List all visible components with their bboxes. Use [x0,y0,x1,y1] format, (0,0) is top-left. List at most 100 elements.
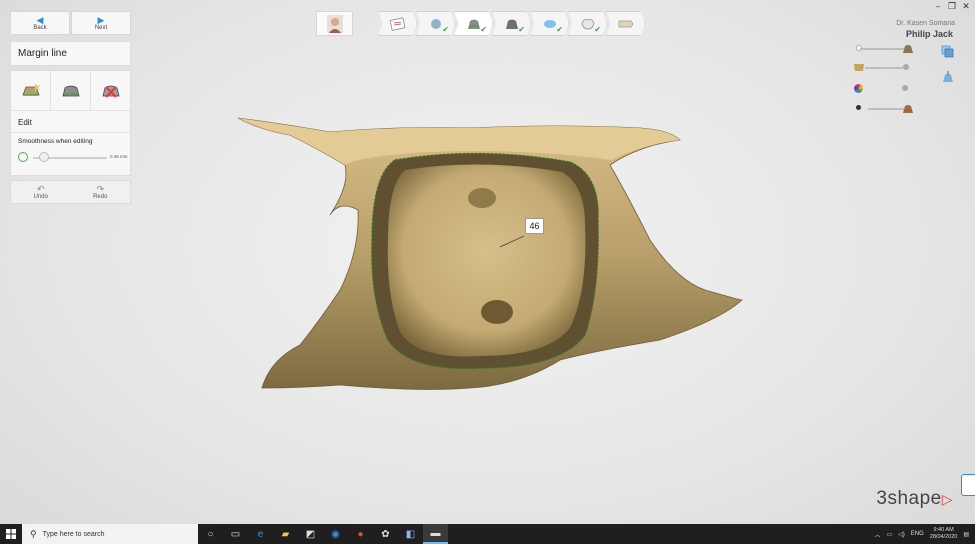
system-tray: ︿ ▭ ◁) ENG 9:40 AM 28/04/2020 ▤ [874,524,975,544]
app-icon-3[interactable]: ✿ [373,524,398,544]
taskbar: ⚲ Type here to search ○ ▭ e ▰ ◩ ◉ ● ✿ ◧ … [0,524,975,544]
step-scan[interactable]: ✔ [416,11,455,36]
step-title-box: Margin line [10,41,131,66]
margin-transparency-slider[interactable] [856,103,916,115]
app-icon-2[interactable]: ◉ [323,524,348,544]
label-leader-line [499,235,525,248]
view-direction-button[interactable] [941,70,955,84]
undo-redo-bar: ↶ Undo ↷ Redo [10,180,131,204]
patient-avatar-button[interactable] [316,11,353,36]
antagonist-icon [854,64,864,71]
step-cement-gap[interactable]: ✔ [530,11,569,36]
layers-icon [941,45,954,58]
undo-icon: ↶ [36,183,45,194]
file-explorer-icon[interactable]: ▰ [273,524,298,544]
side-panel-tab[interactable] [961,474,975,496]
back-button[interactable]: ◀ Back [10,11,70,35]
clock-date: 28/04/2020 [929,534,958,540]
check-icon: ✔ [518,25,525,34]
close-icon[interactable]: ✕ [961,2,971,12]
logo-text: 3shape [876,488,942,509]
language-indicator[interactable]: ENG [911,531,924,537]
window-controls: – ❐ ✕ [933,2,971,12]
check-icon: ✔ [594,25,601,34]
doctor-name: Dr. Kasen Somana [896,20,955,27]
model-pit [481,300,513,324]
restore-icon[interactable]: ❐ [947,2,957,12]
edit-label: Edit [11,111,130,133]
slider-track[interactable] [865,67,903,69]
chevron-up-icon[interactable]: ︿ [874,530,880,539]
tools-panel: Edit Smoothness when editing 0.46 mm [10,70,131,176]
step-margin-line[interactable]: ✔ [454,11,493,36]
clock[interactable]: 9:40 AM 28/04/2020 [930,527,958,541]
step-order-form[interactable] [378,11,417,36]
step-crown-design[interactable]: ✔ [568,11,607,36]
cortana-icon[interactable]: ○ [198,524,223,544]
step-title: Margin line [18,48,67,59]
minimize-icon[interactable]: – [933,2,943,12]
margin-line-icon [467,19,480,29]
next-button[interactable]: ▶ Next [71,11,131,35]
step-insertion[interactable]: ✔ [492,11,531,36]
smoothness-slider[interactable]: 0.46 mm [11,150,130,168]
tooth-number-label: 46 [525,218,544,234]
margin-view-tool-button[interactable] [51,71,91,110]
network-icon[interactable]: ▭ [886,531,892,538]
preparation-transparency-slider[interactable] [856,43,916,55]
notifications-icon[interactable]: ▤ [963,531,969,538]
crown-design-icon [581,18,594,29]
antagonist-transparency-slider[interactable] [853,62,913,74]
chrome-icon[interactable]: ● [348,524,373,544]
auto-margin-tool-icon [21,82,40,96]
3shape-app-icon[interactable]: ▬ [423,524,448,544]
app-icon-4[interactable]: ◧ [398,524,423,544]
dental-model-viewport[interactable] [0,0,975,524]
task-view-icon[interactable]: ▭ [223,524,248,544]
windows-logo-icon [6,529,16,539]
app-icon[interactable]: ◩ [298,524,323,544]
redo-button[interactable]: ↷ Redo [71,181,131,203]
slider-knob[interactable] [39,152,50,162]
delete-margin-tool-button[interactable] [91,71,130,110]
search-icon: ⚲ [30,528,37,539]
logo-triangle-icon: ▷ [941,491,953,507]
color-toggle[interactable] [854,83,914,95]
check-icon: ✔ [442,25,449,34]
model-base [237,117,744,390]
arrow-right-icon: ▶ [97,14,105,25]
step-export[interactable] [606,11,645,36]
check-icon: ✔ [556,25,563,34]
undo-button[interactable]: ↶ Undo [11,181,71,203]
slider-knob[interactable] [903,64,909,70]
smoothness-value: 0.46 mm [110,154,128,159]
preparation-surface [387,164,586,357]
smoothness-label: Smoothness when editing [18,138,93,145]
toggle-knob[interactable] [902,85,908,91]
edge-icon[interactable]: e [248,524,273,544]
redo-label: Redo [93,193,108,200]
tool-row [11,71,130,111]
taskbar-search[interactable]: ⚲ Type here to search [22,524,198,544]
auto-margin-tool-button[interactable] [11,71,51,110]
dental-model [237,117,744,390]
copy-view-button[interactable] [941,45,955,59]
model-groove [468,188,496,208]
search-placeholder: Type here to search [42,530,105,538]
volume-icon[interactable]: ◁) [898,531,905,538]
slider-track[interactable] [868,108,904,110]
margin-line-view-icon [903,105,913,113]
slider-knob[interactable] [856,105,861,110]
back-label: Back [33,24,47,31]
avatar-icon [326,14,343,33]
smoothness-icon [18,152,28,162]
arrow-left-icon: ◀ [36,14,44,25]
cement-gap-icon [543,19,556,28]
margin-line[interactable] [371,152,599,370]
start-button[interactable] [0,524,22,544]
slider-track[interactable] [860,48,904,50]
export-icon [618,20,633,27]
scan-icon [430,18,441,29]
brand-logo: 3shape▷ [876,488,953,510]
model-top-surface [238,118,680,165]
